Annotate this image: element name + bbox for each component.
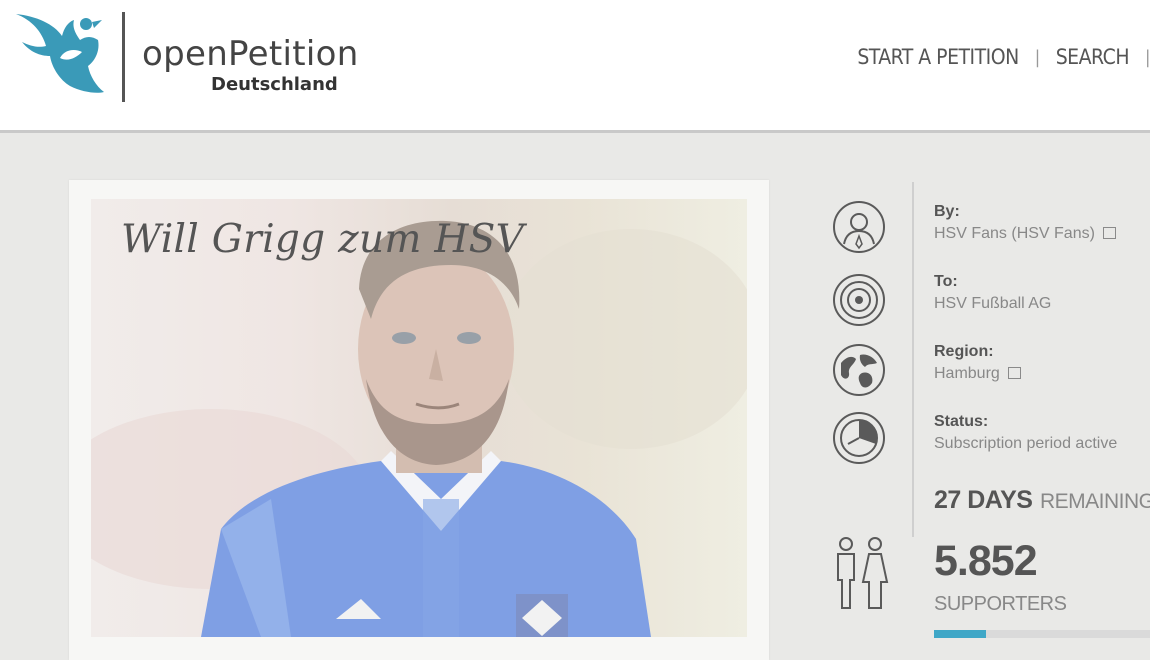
- site-header: openPetition Deutschland START A PETITIO…: [0, 0, 1150, 133]
- logo-divider: [122, 12, 125, 102]
- nav-separator: |: [1034, 46, 1040, 68]
- petition-image-card: Will Grigg zum HSV: [69, 180, 769, 660]
- brand-subtitle: Deutschland: [211, 74, 338, 95]
- supporters-label: SUPPORTERS: [934, 593, 1067, 615]
- to-label: To:: [934, 273, 958, 290]
- player-photo-illustration: [91, 220, 747, 637]
- supporters-progress-bar: [934, 630, 1150, 638]
- nav-search[interactable]: SEARCH: [1056, 45, 1130, 69]
- top-nav: START A PETITION | SEARCH |: [857, 45, 1150, 69]
- to-value: HSV Fußball AG: [934, 295, 1052, 312]
- petition-image-title: Will Grigg zum HSV: [121, 217, 525, 262]
- nav-start-petition[interactable]: START A PETITION: [857, 45, 1019, 69]
- external-link-icon[interactable]: [1102, 226, 1116, 239]
- clock-icon: [833, 412, 885, 464]
- region-label: Region:: [934, 343, 994, 360]
- days-count: 27 DAYS: [934, 486, 1033, 514]
- region-value[interactable]: Hamburg: [934, 365, 1021, 383]
- globe-icon: [833, 344, 885, 396]
- region-value-text[interactable]: Hamburg: [934, 365, 1000, 382]
- user-pin-icon: [833, 201, 885, 253]
- target-icon: [833, 274, 885, 326]
- brand-name[interactable]: openPetition: [142, 34, 359, 74]
- info-divider: [912, 182, 914, 537]
- nav-separator: |: [1145, 46, 1150, 68]
- supporters-count: 5.852: [934, 537, 1038, 585]
- by-value[interactable]: HSV Fans (HSV Fans): [934, 225, 1116, 243]
- dove-logo-icon[interactable]: [12, 6, 104, 102]
- by-value-text[interactable]: HSV Fans (HSV Fans): [934, 225, 1095, 242]
- days-remaining-label: REMAINING: [1040, 490, 1150, 513]
- petition-photo[interactable]: Will Grigg zum HSV: [91, 199, 747, 637]
- progress-fill: [934, 630, 986, 638]
- status-label: Status:: [934, 413, 989, 430]
- by-label: By:: [934, 203, 960, 220]
- external-link-icon[interactable]: [1007, 366, 1021, 379]
- status-value: Subscription period active: [934, 435, 1118, 452]
- people-icon: [837, 537, 889, 609]
